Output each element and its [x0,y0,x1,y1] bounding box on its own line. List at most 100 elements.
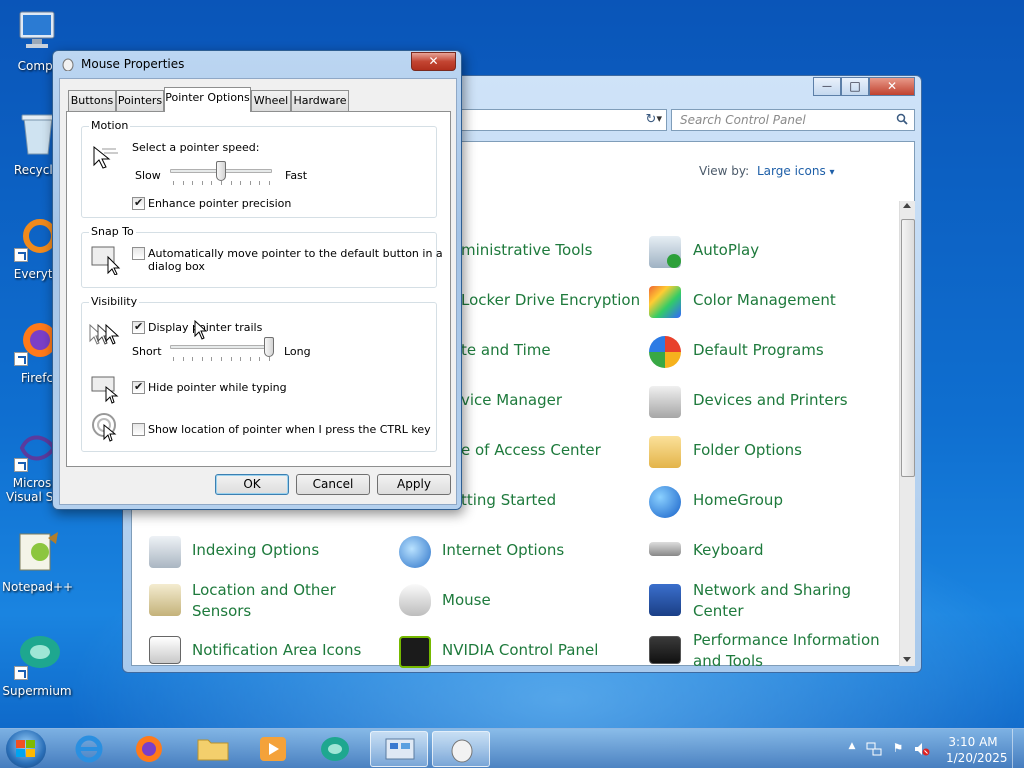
item-ease-of-access[interactable]: e of Access Center [461,440,601,461]
item-devices-and-printers[interactable]: Devices and Printers [693,390,848,411]
slider-tick [269,357,270,361]
computer-icon [14,8,62,56]
search-icon[interactable] [896,113,908,125]
item-bitlocker[interactable]: Locker Drive Encryption [461,290,640,311]
item-internet-options[interactable]: Internet Options [442,540,564,561]
tab-hardware[interactable]: Hardware [291,90,349,111]
mouse-icon [62,58,74,71]
view-by-value: Large icons [757,164,826,178]
slider-thumb[interactable] [216,161,226,181]
item-nvidia-control-panel[interactable]: NVIDIA Control Panel [442,640,598,661]
mouse-icon [451,739,473,763]
show-location-ctrl-checkbox[interactable] [132,423,145,436]
show-location-icon [92,413,117,442]
internet-options-icon [399,536,431,568]
tab-wheel[interactable]: Wheel [251,90,291,111]
color-management-icon [649,286,681,318]
visibility-group-label: Visibility [89,295,140,308]
apply-button[interactable]: Apply [377,474,451,495]
close-button[interactable]: ✕ [869,77,915,96]
item-indexing-options[interactable]: Indexing Options [192,540,319,561]
refresh-icon[interactable]: ↻ [640,110,662,130]
taskbar-explorer[interactable] [184,731,242,767]
tab-pointers[interactable]: Pointers [116,90,164,111]
pointer-speed-slider[interactable] [168,161,274,187]
item-keyboard[interactable]: Keyboard [693,540,764,561]
taskbar-supermium[interactable] [306,731,364,767]
motion-group-label: Motion [89,119,131,132]
item-default-programs[interactable]: Default Programs [693,340,824,361]
hide-while-typing-label: Hide pointer while typing [148,381,287,394]
item-homegroup[interactable]: HomeGroup [693,490,783,511]
snap-to-checkbox[interactable] [132,247,145,260]
taskbar-mouse-properties[interactable] [432,731,490,767]
item-mouse[interactable]: Mouse [442,590,491,611]
hide-while-typing-checkbox[interactable] [132,380,145,394]
slider-tick [182,181,184,185]
maximize-button[interactable]: □ [841,77,869,96]
slider-tick [192,357,194,361]
address-bar[interactable]: ▾ [455,109,667,131]
taskbar-internet-explorer[interactable] [60,731,118,767]
trail-length-slider[interactable] [168,337,274,363]
fast-label: Fast [285,169,308,182]
slider-tick [240,181,242,185]
scroll-down-arrow[interactable] [903,657,911,662]
system-clock[interactable]: 3:10 AM 1/20/2025 [946,734,1008,766]
item-getting-started[interactable]: tting Started [461,490,556,511]
item-network-sharing[interactable]: Network and Sharing Center [693,580,863,622]
cancel-button[interactable]: Cancel [296,474,370,495]
pointer-trails-checkbox[interactable] [132,320,145,334]
slider-tick [201,357,203,361]
network-icon[interactable] [866,741,882,757]
scroll-up-arrow[interactable] [903,203,911,208]
snap-to-group-label: Snap To [89,225,136,238]
slider-thumb[interactable] [264,337,274,357]
show-hidden-icons-button[interactable]: ▲ [844,741,860,757]
search-input[interactable]: Search Control Panel [671,109,915,131]
mouse-cursor-icon [194,320,208,340]
internet-explorer-icon [75,735,103,763]
tab-pointer-options[interactable]: Pointer Options [164,87,251,112]
location-sensors-icon [149,584,181,616]
view-by-dropdown[interactable]: Large icons ▾ [757,164,835,178]
item-device-manager[interactable]: vice Manager [461,390,562,411]
tab-buttons[interactable]: Buttons [68,90,116,111]
minimize-button[interactable]: — [813,77,841,96]
devices-and-printers-icon [649,386,681,418]
item-folder-options[interactable]: Folder Options [693,440,802,461]
item-autoplay[interactable]: AutoPlay [693,240,759,261]
slider-tick [173,357,174,361]
start-button[interactable] [6,730,46,768]
item-performance-info[interactable]: Performance Information and Tools [693,630,893,672]
mouse-properties-dialog: Mouse Properties ✕ Buttons Pointers Poin… [52,50,462,510]
default-programs-icon [649,336,681,368]
taskbar-media-player[interactable] [244,731,302,767]
item-administrative-tools[interactable]: ministrative Tools [461,240,592,261]
slider-tick [201,181,203,185]
taskbar: ▲ ⚑ 3:10 AM 1/20/2025 [0,728,1024,768]
motion-group: Motion Select a pointer speed: Slow Fast… [81,119,437,218]
dialog-close-button[interactable]: ✕ [411,52,456,71]
item-date-and-time[interactable]: te and Time [461,340,551,361]
firefox-icon [136,736,162,762]
show-desktop-button[interactable] [1012,729,1024,768]
vertical-scrollbar[interactable] [899,201,915,666]
nvidia-icon [399,636,431,668]
item-location-sensors[interactable]: Location and Other Sensors [192,580,342,622]
scroll-thumb[interactable] [901,219,915,477]
action-center-flag-icon[interactable]: ⚑ [890,741,906,757]
slider-tick [230,181,232,185]
network-sharing-icon [649,584,681,616]
item-notification-area[interactable]: Notification Area Icons [192,640,361,661]
ok-button[interactable]: OK [215,474,289,495]
enhance-precision-checkbox[interactable] [132,196,145,210]
slider-tick [249,357,251,361]
volume-muted-icon[interactable] [914,741,930,757]
folder-options-icon [649,436,681,468]
taskbar-control-panel[interactable] [370,731,428,767]
taskbar-firefox[interactable] [120,731,178,767]
mouse-icon [399,584,431,616]
item-color-management[interactable]: Color Management [693,290,836,311]
pointer-trails-icon [89,323,120,345]
